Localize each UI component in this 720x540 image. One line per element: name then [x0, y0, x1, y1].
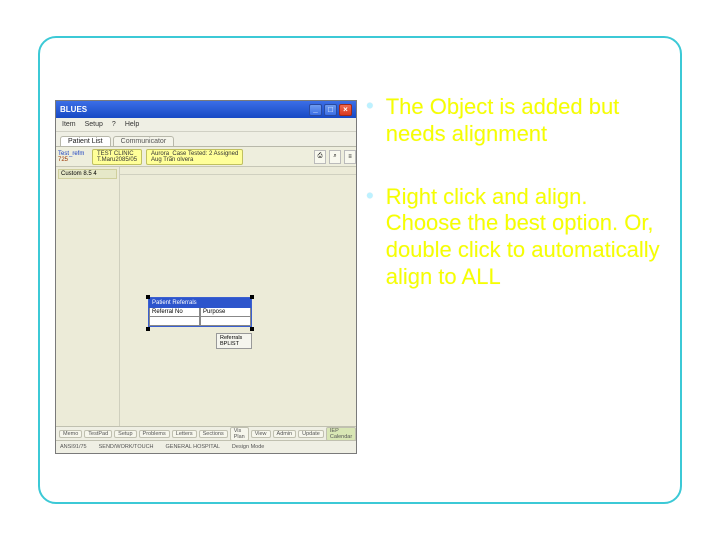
tab-communicator[interactable]: Communicator	[113, 136, 175, 146]
slide-frame: BLUES _ □ × Item Setup ? Help Patient Li…	[38, 36, 682, 504]
right-column: • The Object is added but needs alignmen…	[360, 38, 680, 502]
resize-handle[interactable]	[146, 327, 150, 331]
menu-item[interactable]: Setup	[85, 121, 103, 128]
object-tag[interactable]: Referrals BPLIST	[216, 333, 252, 349]
bottom-tab[interactable]: Vis Plan	[230, 427, 249, 441]
object-column-header: Purpose	[200, 308, 251, 317]
bottom-tab-strip: Memo TestPad Setup Problems Letters Sect…	[56, 426, 356, 440]
bottom-tab[interactable]: Admin	[273, 430, 297, 438]
tab-strip: Patient List Communicator	[56, 132, 356, 147]
bullet-text: Right click and align. Choose the best o…	[386, 184, 662, 291]
window-close-button[interactable]: ×	[339, 104, 352, 116]
resize-handle[interactable]	[250, 327, 254, 331]
resize-handle[interactable]	[250, 295, 254, 299]
object-cell	[200, 317, 251, 326]
toolbar-file-label: Test_refm	[58, 151, 88, 157]
status-segment: Design Mode	[232, 444, 264, 450]
app-window: BLUES _ □ × Item Setup ? Help Patient Li…	[55, 100, 357, 454]
bottom-tab-active[interactable]: IEP Calendar	[326, 427, 356, 441]
app-title: BLUES	[60, 105, 87, 114]
toolbar-clinic-button[interactable]: TEST CLINIC T.Maru2085/05	[92, 149, 142, 165]
toolbar-case-line2: Aug Tran olvera	[151, 157, 238, 163]
object-cell	[149, 317, 200, 326]
menu-item[interactable]: Help	[125, 121, 139, 128]
status-segment: GENERAL HOSPITAL	[166, 444, 220, 450]
resize-handle[interactable]	[146, 295, 150, 299]
object-caption: Patient Referrals	[149, 298, 251, 308]
design-canvas[interactable]: Patient Referrals Referral No Purpose	[120, 167, 356, 426]
tab-patient-list[interactable]: Patient List	[60, 136, 111, 146]
menu-item[interactable]: ?	[112, 121, 116, 128]
window-minimize-button[interactable]: _	[309, 104, 322, 116]
status-segment: ANSI91/75	[60, 444, 87, 450]
toolbar-clinic-line2: T.Maru2085/05	[97, 157, 137, 163]
slide-container: BLUES _ □ × Item Setup ? Help Patient Li…	[0, 0, 720, 540]
bullet-icon: •	[366, 94, 374, 148]
sidebar: Custom 8.5 4	[56, 167, 120, 426]
menu-item[interactable]: Item	[62, 121, 76, 128]
toolbar-clinic-line1: TEST CLINIC	[97, 151, 137, 157]
bullet-list: • The Object is added but needs alignmen…	[366, 94, 662, 291]
left-column: BLUES _ □ × Item Setup ? Help Patient Li…	[40, 38, 360, 502]
bottom-tab[interactable]: Memo	[59, 430, 82, 438]
ruler	[120, 167, 356, 175]
window-maximize-button[interactable]: □	[324, 104, 337, 116]
object-column-header: Referral No	[149, 308, 200, 317]
toolbar-left-info: Test_refm 725	[56, 151, 90, 163]
report-object-selection: Patient Referrals Referral No Purpose	[148, 297, 252, 327]
titlebar: BLUES _ □ ×	[56, 101, 356, 118]
bottom-tab[interactable]: TestPad	[84, 430, 112, 438]
bottom-tab[interactable]: Letters	[172, 430, 197, 438]
toolbar-icon-button[interactable]: ⎙	[314, 150, 326, 164]
bullet-text: The Object is added but needs alignment	[386, 94, 662, 148]
toolbar-icon-button[interactable]: ≡	[344, 150, 356, 164]
report-object[interactable]: Patient Referrals Referral No Purpose	[148, 297, 252, 327]
toolbar-case-line1: Aurora_Case Tested: 2 Assigned	[151, 151, 238, 157]
toolbar-id-label: 725	[58, 157, 88, 163]
bottom-tab[interactable]: Setup	[114, 430, 136, 438]
sidebar-header[interactable]: Custom 8.5 4	[58, 169, 117, 179]
list-item: • The Object is added but needs alignmen…	[366, 94, 662, 148]
bottom-tab[interactable]: View	[251, 430, 271, 438]
bottom-tab[interactable]: Sections	[199, 430, 228, 438]
bullet-icon: •	[366, 184, 374, 291]
toolbar-icon-button[interactable]: ⌕	[329, 150, 341, 164]
work-area: Custom 8.5 4 Patient Referrals Referral …	[56, 167, 356, 426]
toolbar: Test_refm 725 TEST CLINIC T.Maru2085/05 …	[56, 147, 356, 167]
bottom-tab[interactable]: Update	[298, 430, 324, 438]
toolbar-case-button[interactable]: Aurora_Case Tested: 2 Assigned Aug Tran …	[146, 149, 243, 165]
list-item: • Right click and align. Choose the best…	[366, 184, 662, 291]
status-segment: SEND/WORK/TOUCH	[99, 444, 154, 450]
bottom-tab[interactable]: Problems	[139, 430, 170, 438]
menubar: Item Setup ? Help	[56, 118, 356, 132]
status-bar: ANSI91/75 SEND/WORK/TOUCH GENERAL HOSPIT…	[56, 440, 356, 453]
